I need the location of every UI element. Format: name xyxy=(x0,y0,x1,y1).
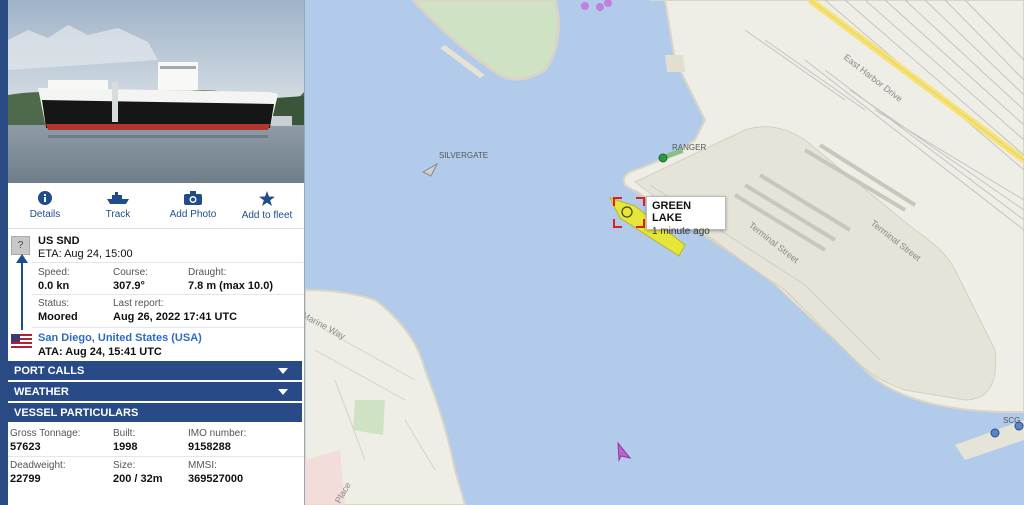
deadweight-value: 22799 xyxy=(10,473,41,485)
unknown-flag-icon: ? xyxy=(11,236,30,255)
details-label: Details xyxy=(29,209,61,220)
route-line xyxy=(21,258,23,330)
size-value: 200 / 32m xyxy=(113,473,163,485)
gross-tonnage-label: Gross Tonnage: xyxy=(10,428,81,439)
imo-value: 9158288 xyxy=(188,441,231,453)
origin-port[interactable]: US SND xyxy=(38,235,80,247)
chevron-down-icon xyxy=(278,368,288,374)
draught-value: 7.8 m (max 10.0) xyxy=(188,280,273,292)
vessel-tooltip[interactable]: GREEN LAKE 1 minute ago xyxy=(646,196,726,237)
map-canvas[interactable]: SILVERGATE RANGER SCG East Harbor Drive … xyxy=(305,0,1024,505)
deadweight-label: Deadweight: xyxy=(10,460,66,471)
destination-link[interactable]: San Diego, United States (USA) xyxy=(38,332,202,344)
size-label: Size: xyxy=(113,460,136,471)
details-button[interactable]: Details xyxy=(10,191,80,220)
draught-label: Draught: xyxy=(188,267,227,278)
mmsi-value: 369527000 xyxy=(188,473,244,485)
divider xyxy=(32,262,304,263)
divider xyxy=(32,294,304,295)
ship-track-icon xyxy=(107,192,129,204)
panel-edge xyxy=(0,0,8,505)
action-bar: Details Track Add Photo Add to fleet xyxy=(8,185,304,229)
course-label: Course: xyxy=(113,267,149,278)
vessel-panel: Details Track Add Photo Add to fleet ? U… xyxy=(0,0,305,505)
weather-title: WEATHER xyxy=(14,386,69,398)
add-photo-button[interactable]: Add Photo xyxy=(158,191,228,220)
eta-text: ETA: Aug 24, 15:00 xyxy=(38,248,133,260)
built-label: Built: xyxy=(113,428,136,439)
scg-label: SCG xyxy=(1003,416,1021,425)
weather-header[interactable]: WEATHER xyxy=(8,382,302,402)
vessel-marker[interactable] xyxy=(581,2,589,10)
ata-text: ATA: Aug 24, 15:41 UTC xyxy=(38,346,162,358)
status-value: Moored xyxy=(38,311,78,323)
last-report-label: Last report: xyxy=(113,298,164,309)
divider xyxy=(8,456,304,457)
mmsi-label: MMSI: xyxy=(188,460,217,471)
gross-tonnage-value: 57623 xyxy=(10,441,41,453)
imo-label: IMO number: xyxy=(188,428,247,439)
tooltip-vessel-name: GREEN LAKE xyxy=(652,200,692,224)
track-button[interactable]: Track xyxy=(83,191,153,220)
speed-label: Speed: xyxy=(38,267,70,278)
star-icon xyxy=(259,191,275,206)
ranger-label: RANGER xyxy=(672,143,707,152)
vessel-particulars-title: VESSEL PARTICULARS xyxy=(14,407,139,419)
chevron-down-icon xyxy=(278,389,288,395)
us-flag-icon xyxy=(11,334,32,348)
route-arrow-icon xyxy=(16,254,28,263)
track-label: Track xyxy=(105,209,131,220)
course-value: 307.9° xyxy=(113,280,145,292)
add-photo-label: Add Photo xyxy=(169,209,217,220)
port-calls-title: PORT CALLS xyxy=(14,365,85,377)
divider xyxy=(32,327,304,328)
vessel-particulars-header[interactable]: VESSEL PARTICULARS xyxy=(8,403,302,423)
silvergate-label: SILVERGATE xyxy=(439,151,489,160)
status-label: Status: xyxy=(38,298,70,309)
park-area xyxy=(353,400,385,435)
vessel-marker[interactable] xyxy=(990,428,1000,438)
vessel-photo[interactable] xyxy=(8,0,304,183)
info-icon xyxy=(38,191,52,205)
camera-icon xyxy=(184,191,202,205)
add-to-fleet-button[interactable]: Add to fleet xyxy=(232,191,302,221)
tooltip-time: 1 minute ago xyxy=(652,226,710,237)
built-value: 1998 xyxy=(113,441,138,453)
vessel-marker[interactable] xyxy=(596,3,604,11)
add-to-fleet-label: Add to fleet xyxy=(241,210,293,221)
port-calls-header[interactable]: PORT CALLS xyxy=(8,361,302,381)
speed-value: 0.0 kn xyxy=(38,280,70,292)
last-report-value: Aug 26, 2022 17:41 UTC xyxy=(113,311,238,323)
